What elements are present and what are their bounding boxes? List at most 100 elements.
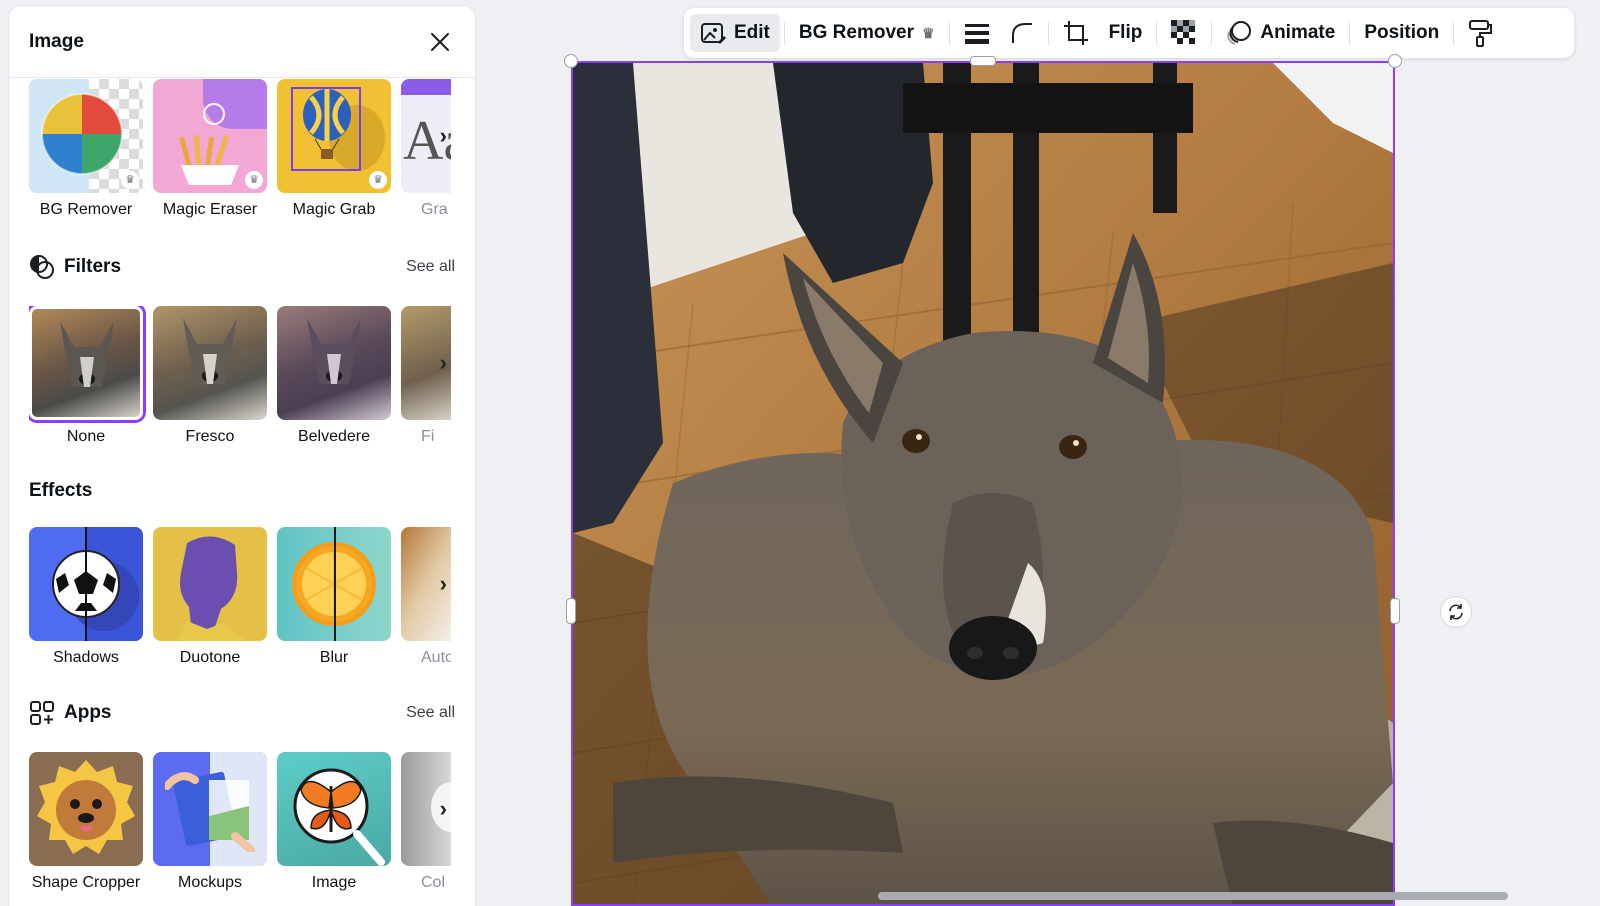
- panel-header: Image: [9, 6, 475, 78]
- effect-duotone[interactable]: Duotone: [153, 527, 267, 667]
- close-panel-button[interactable]: [425, 27, 455, 57]
- crown-icon: ♛: [369, 171, 387, 189]
- tool-graphics[interactable]: Aa › Gra: [401, 79, 451, 219]
- chevron-right-icon[interactable]: ›: [440, 796, 447, 822]
- apps-see-all-link[interactable]: See all: [406, 704, 455, 722]
- app-label: Shape Cropper: [31, 874, 141, 891]
- transparency-button[interactable]: [1161, 14, 1207, 52]
- colorize-thumbnail: ›: [401, 752, 451, 866]
- effect-duotone-thumbnail: [153, 527, 267, 641]
- bg-remover-button[interactable]: BG Remover ♛: [789, 14, 945, 52]
- filter-none[interactable]: None: [29, 306, 143, 446]
- resize-handle-top-right[interactable]: [1388, 54, 1402, 68]
- toolbar-divider: [1047, 21, 1049, 45]
- app-shape-cropper[interactable]: Shape Cropper: [29, 752, 143, 892]
- app-colorize[interactable]: › Col: [401, 752, 451, 892]
- effect-label: Duotone: [179, 649, 241, 666]
- border-style-button[interactable]: [954, 14, 1000, 52]
- apps-row: Shape Cropper Mockups Image › Col: [29, 752, 455, 892]
- filter-more[interactable]: › Fi: [401, 306, 451, 446]
- effect-auto-thumbnail: ›: [401, 527, 451, 641]
- panel-title: Image: [29, 30, 84, 52]
- filter-belvedere[interactable]: Belvedere: [277, 306, 391, 446]
- tool-bg-remover[interactable]: ♛ BG Remover: [29, 79, 143, 219]
- effects-row: Shadows Duotone Blur › Auto: [29, 527, 455, 667]
- close-icon: [431, 32, 449, 51]
- toolbar-divider: [1211, 21, 1213, 45]
- crown-icon: ♛: [922, 24, 935, 41]
- apps-title: Apps: [64, 702, 112, 723]
- bg-remover-thumbnail: ♛: [29, 79, 143, 193]
- toolbar-divider: [948, 21, 950, 45]
- chevron-right-icon[interactable]: ›: [440, 571, 447, 597]
- filter-none-thumbnail: [29, 306, 143, 420]
- effect-auto-focus[interactable]: › Auto: [401, 527, 451, 667]
- filters-see-all-link[interactable]: See all: [406, 258, 455, 276]
- mockups-thumbnail: [153, 752, 267, 866]
- image-app-thumbnail: [277, 752, 391, 866]
- apps-row-wrap: Shape Cropper Mockups Image › Col: [29, 752, 455, 892]
- paint-roller-icon: [1469, 20, 1493, 47]
- resize-handle-left[interactable]: [566, 598, 576, 624]
- filter-label: Belvedere: [297, 428, 371, 445]
- filter-more-thumbnail: ›: [401, 306, 451, 420]
- filters-title: Filters: [64, 256, 122, 277]
- filter-fresco-thumbnail: [153, 306, 267, 420]
- effect-blur-thumbnail: [277, 527, 391, 641]
- chevron-right-icon[interactable]: ›: [440, 350, 447, 376]
- effects-header: Effects: [29, 476, 455, 506]
- rotate-icon: [1449, 604, 1463, 620]
- tools-section: ♛ BG Remover ♛ Magic Eraser ♛ Magic Grab…: [29, 79, 455, 219]
- toolbar-divider: [1349, 21, 1351, 45]
- rotate-button[interactable]: [1440, 596, 1472, 628]
- corner-rounding-button[interactable]: [1000, 14, 1044, 52]
- crop-button[interactable]: [1053, 14, 1099, 52]
- crown-icon: ♛: [245, 171, 263, 189]
- filter-fresco[interactable]: Fresco: [153, 306, 267, 446]
- filters-icon: [30, 255, 54, 279]
- chevron-right-icon[interactable]: ›: [440, 123, 447, 149]
- position-button[interactable]: Position: [1354, 14, 1449, 52]
- app-label: Mockups: [177, 874, 243, 891]
- tool-label: Gra: [421, 201, 448, 218]
- tool-magic-grab[interactable]: ♛ Magic Grab: [277, 79, 391, 219]
- effects-row-wrap: Shadows Duotone Blur › Auto: [29, 527, 455, 667]
- border-style-icon: [964, 24, 989, 44]
- toolbar-divider: [1453, 21, 1455, 45]
- graphics-thumbnail: Aa ›: [401, 79, 451, 193]
- image-side-panel: Image ♛ BG Remover ♛ Magic Eraser ♛ Magi…: [9, 6, 475, 906]
- resize-handle-top[interactable]: [970, 56, 996, 66]
- image-toolbar: Edit BG Remover ♛ Flip Animate Position: [684, 8, 1574, 58]
- effect-blur[interactable]: Blur: [277, 527, 391, 667]
- tool-label: BG Remover: [39, 201, 133, 218]
- transparency-icon: [1171, 20, 1196, 44]
- filters-row: None Fresco Belvedere › Fi: [29, 306, 455, 446]
- flip-label: Flip: [1108, 22, 1143, 43]
- app-image[interactable]: Image: [277, 752, 391, 892]
- edit-image-button[interactable]: Edit: [690, 14, 780, 52]
- crop-icon: [1063, 21, 1088, 45]
- horizontal-scrollbar[interactable]: [878, 892, 1508, 900]
- effect-label: Shadows: [53, 649, 119, 666]
- tool-magic-eraser[interactable]: ♛ Magic Eraser: [153, 79, 267, 219]
- resize-handle-right[interactable]: [1390, 598, 1400, 624]
- edit-label: Edit: [734, 22, 770, 43]
- filters-row-wrap: None Fresco Belvedere › Fi: [29, 306, 455, 446]
- resize-handle-top-left[interactable]: [564, 54, 578, 68]
- edit-image-icon: [701, 23, 726, 44]
- animate-label: Animate: [1260, 22, 1336, 43]
- bg-remover-label: BG Remover: [798, 22, 914, 43]
- filter-belvedere-thumbnail: [277, 306, 391, 420]
- app-mockups[interactable]: Mockups: [153, 752, 267, 892]
- copy-style-button[interactable]: [1458, 14, 1502, 52]
- position-label: Position: [1364, 22, 1440, 43]
- toolbar-divider: [1156, 21, 1158, 45]
- effect-shadows[interactable]: Shadows: [29, 527, 143, 667]
- filter-label: None: [66, 428, 106, 445]
- effect-label: Auto: [421, 649, 451, 666]
- selected-photo[interactable]: [571, 61, 1395, 906]
- flip-button[interactable]: Flip: [1099, 14, 1153, 52]
- animate-button[interactable]: Animate: [1216, 14, 1345, 52]
- filters-header: Filters See all: [29, 252, 455, 282]
- animate-icon: [1227, 21, 1252, 45]
